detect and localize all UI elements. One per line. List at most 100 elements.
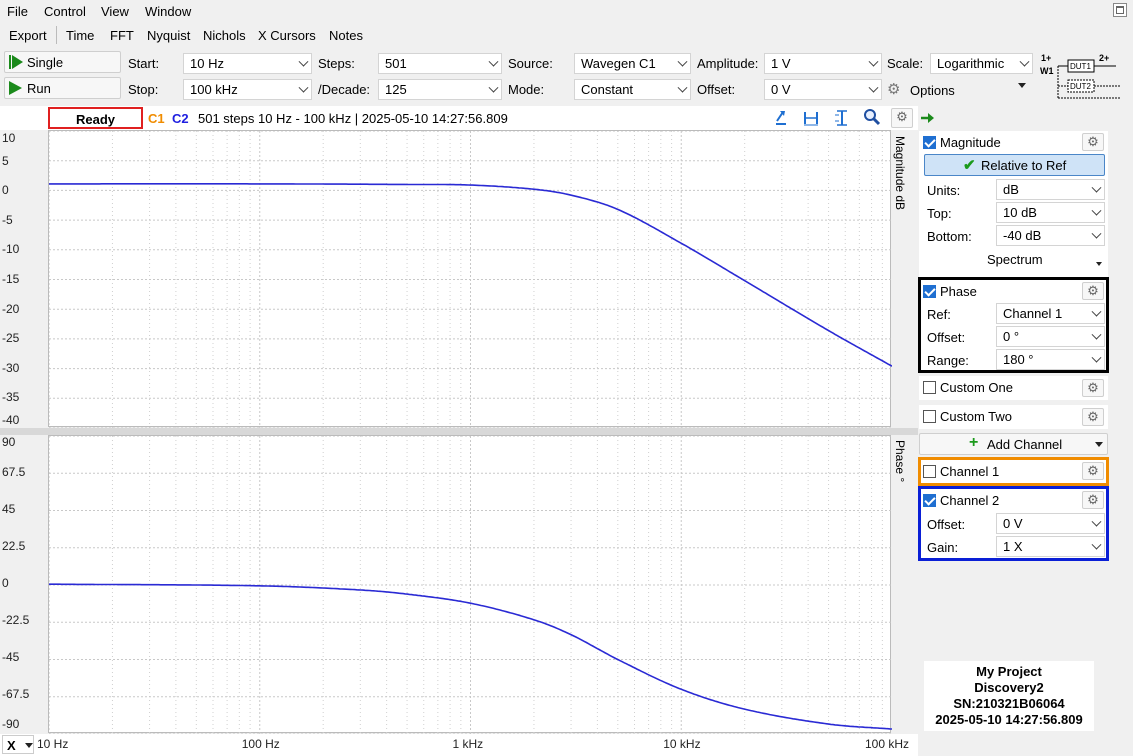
mode-select[interactable]: Constant bbox=[574, 79, 691, 100]
phase-offset-select[interactable]: 0 ° bbox=[996, 326, 1105, 347]
channel1-gear-icon[interactable]: ⚙ bbox=[1082, 462, 1104, 480]
tab-x-cursors[interactable]: X Cursors bbox=[258, 28, 316, 43]
custom-one-label: Custom One bbox=[940, 380, 1013, 395]
channel1-toggle[interactable]: C1 bbox=[148, 111, 165, 126]
run-button[interactable]: Run bbox=[4, 77, 121, 99]
custom-two-checkbox[interactable] bbox=[923, 410, 936, 423]
vertical-cursor-icon[interactable] bbox=[833, 109, 849, 127]
gain-select[interactable]: 1 X bbox=[996, 536, 1105, 557]
channel2-offset-value: 0 V bbox=[1003, 516, 1023, 531]
chevron-down-icon bbox=[1091, 306, 1102, 317]
decade-input[interactable]: 125 bbox=[378, 79, 502, 100]
y-tick-label: 90 bbox=[2, 435, 16, 449]
add-channel-label: Add Channel bbox=[987, 437, 1063, 452]
stop-input[interactable]: 100 kHz bbox=[183, 79, 312, 100]
run-play-icon bbox=[9, 81, 22, 95]
x-axis-selector[interactable]: X bbox=[2, 735, 34, 754]
chevron-down-icon bbox=[677, 56, 688, 67]
offset-input[interactable]: 0 V bbox=[764, 79, 882, 100]
ref-label: Ref: bbox=[927, 307, 951, 322]
magnitude-chart-svg bbox=[49, 131, 892, 428]
menu-file[interactable]: File bbox=[7, 4, 28, 19]
custom-two-gear-icon[interactable]: ⚙ bbox=[1082, 408, 1104, 426]
menu-control[interactable]: Control bbox=[44, 4, 86, 19]
channel1-section: Channel 1 ⚙ bbox=[918, 457, 1109, 486]
single-button[interactable]: Single bbox=[4, 51, 121, 73]
menu-window[interactable]: Window bbox=[145, 4, 191, 19]
phase-section: Phase ⚙ Ref: Channel 1 Offset: 0 ° Range… bbox=[918, 277, 1109, 373]
units-select[interactable]: dB bbox=[996, 179, 1105, 200]
scale-select[interactable]: Logarithmic bbox=[930, 53, 1033, 74]
source-label: Source: bbox=[508, 56, 553, 71]
ref-select[interactable]: Channel 1 bbox=[996, 303, 1105, 324]
y-tick-label: 22.5 bbox=[2, 539, 26, 553]
range-value: 180 ° bbox=[1003, 352, 1034, 367]
channel2-checkbox[interactable] bbox=[923, 494, 936, 507]
y-tick-label: 0 bbox=[2, 183, 9, 198]
tab-export[interactable]: Export bbox=[9, 28, 47, 43]
magnitude-gear-icon[interactable]: ⚙ bbox=[1082, 133, 1104, 151]
plot-splitter[interactable] bbox=[0, 428, 918, 435]
amplitude-input[interactable]: 1 V bbox=[764, 53, 882, 74]
run-label: Run bbox=[27, 81, 51, 96]
chevron-down-icon bbox=[1091, 516, 1102, 527]
custom-two-row: Custom Two ⚙ bbox=[919, 405, 1108, 429]
chevron-down-icon bbox=[298, 56, 309, 67]
chevron-down-icon bbox=[1091, 329, 1102, 340]
horizontal-cursor-icon[interactable] bbox=[803, 109, 819, 127]
units-value: dB bbox=[1003, 182, 1019, 197]
channel2-gear-icon[interactable]: ⚙ bbox=[1082, 491, 1104, 509]
bottom-select[interactable]: -40 dB bbox=[996, 225, 1105, 246]
start-input[interactable]: 10 Hz bbox=[183, 53, 312, 74]
stop-value: 100 kHz bbox=[190, 82, 238, 97]
channel2-offset-select[interactable]: 0 V bbox=[996, 513, 1105, 534]
device-timestamp: 2025-05-10 14:27:56.809 bbox=[935, 712, 1083, 727]
custom-two-label: Custom Two bbox=[940, 409, 1013, 424]
cursor-arrow-icon[interactable] bbox=[773, 109, 789, 127]
project-name: My Project bbox=[976, 664, 1042, 679]
spectrum-dropdown[interactable]: Spectrum bbox=[985, 249, 1105, 271]
diagram-in-label: 1+ bbox=[1041, 53, 1051, 63]
y-tick-label: -35 bbox=[2, 390, 20, 405]
toolbar: Single Run Start: 10 Hz Stop: 100 kHz St… bbox=[0, 48, 1133, 106]
chevron-down-icon bbox=[1091, 182, 1102, 193]
gain-label: Gain: bbox=[927, 540, 959, 555]
y-tick-label: -30 bbox=[2, 360, 20, 375]
maximize-icon[interactable] bbox=[1113, 3, 1127, 17]
channel2-toggle[interactable]: C2 bbox=[172, 111, 189, 126]
device-name: Discovery2 bbox=[974, 680, 1044, 695]
top-select[interactable]: 10 dB bbox=[996, 202, 1105, 223]
phase-plot[interactable] bbox=[48, 435, 892, 734]
magnitude-checkbox[interactable] bbox=[923, 136, 936, 149]
phase-checkbox[interactable] bbox=[923, 285, 936, 298]
y-tick-label: -40 bbox=[2, 413, 20, 427]
custom-one-row: Custom One ⚙ bbox=[919, 376, 1108, 400]
start-value: 10 Hz bbox=[190, 56, 224, 71]
amplitude-value: 1 V bbox=[771, 56, 791, 71]
relative-to-ref-button[interactable]: ✔ Relative to Ref bbox=[924, 154, 1105, 176]
range-select[interactable]: 180 ° bbox=[996, 349, 1105, 370]
x-axis-selector-label: X bbox=[7, 738, 16, 753]
tab-nyquist[interactable]: Nyquist bbox=[147, 28, 190, 43]
tab-fft[interactable]: FFT bbox=[110, 28, 134, 43]
phase-gear-icon[interactable]: ⚙ bbox=[1082, 282, 1104, 300]
custom-one-checkbox[interactable] bbox=[923, 381, 936, 394]
tab-time[interactable]: Time bbox=[66, 28, 94, 43]
zoom-icon[interactable] bbox=[863, 108, 881, 126]
tab-nichols[interactable]: Nichols bbox=[203, 28, 246, 43]
diagram-out-label: 2+ bbox=[1099, 53, 1109, 63]
channel1-checkbox[interactable] bbox=[923, 465, 936, 478]
arrow-right-icon[interactable] bbox=[921, 112, 935, 124]
decade-label: /Decade: bbox=[318, 82, 371, 97]
source-select[interactable]: Wavegen C1 bbox=[574, 53, 691, 74]
plot-settings-gear-icon[interactable]: ⚙ bbox=[891, 108, 913, 128]
custom-one-gear-icon[interactable]: ⚙ bbox=[1082, 379, 1104, 397]
magnitude-plot[interactable] bbox=[48, 130, 892, 428]
options-button[interactable]: ⚙ Options bbox=[887, 81, 1037, 101]
steps-input[interactable]: 501 bbox=[378, 53, 502, 74]
menu-view[interactable]: View bbox=[101, 4, 129, 19]
y-tick-label: 0 bbox=[2, 576, 9, 590]
add-channel-button[interactable]: + Add Channel bbox=[919, 433, 1108, 455]
status-badge: Ready bbox=[48, 107, 143, 129]
tab-notes[interactable]: Notes bbox=[329, 28, 363, 43]
